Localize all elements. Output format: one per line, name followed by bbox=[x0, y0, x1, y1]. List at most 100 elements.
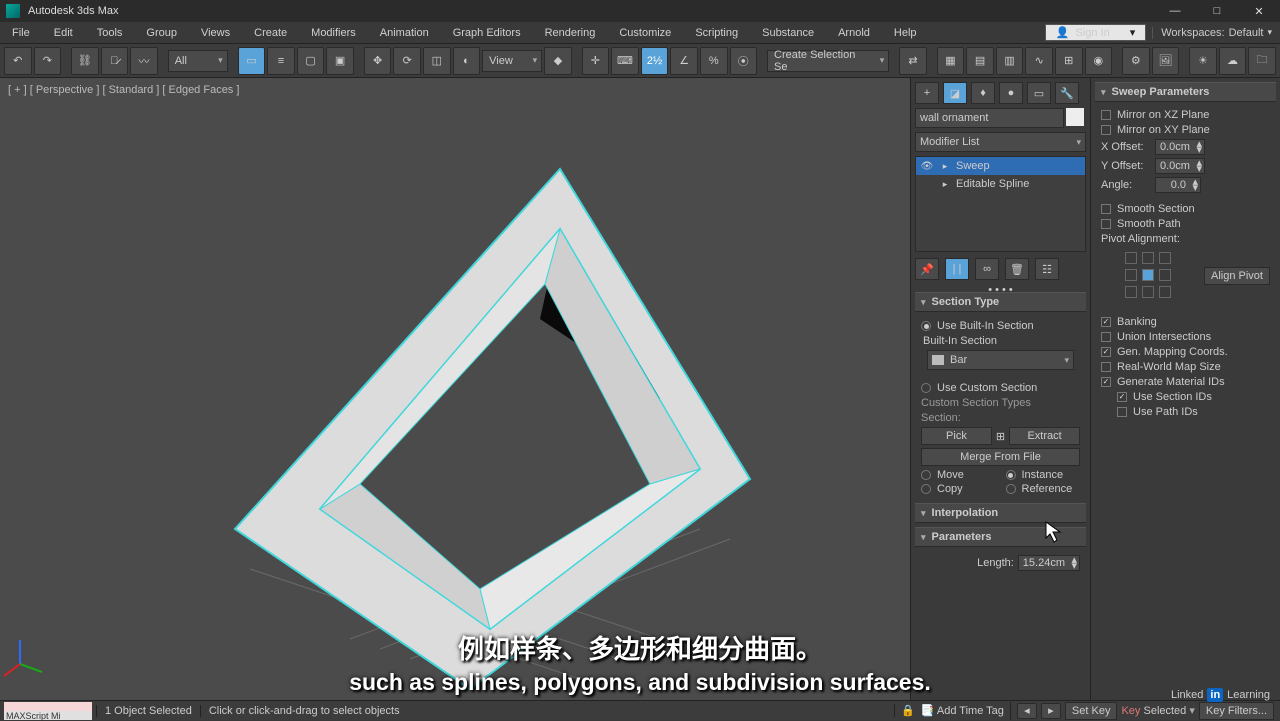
smooth-path-check[interactable]: Smooth Path bbox=[1101, 218, 1270, 230]
set-key-button[interactable]: Set Key bbox=[1065, 702, 1118, 720]
stack-item-editable-spline[interactable]: ▸ Editable Spline bbox=[916, 175, 1085, 193]
layer-explorer-button[interactable]: ▤ bbox=[966, 47, 994, 75]
display-tab[interactable]: ▭ bbox=[1027, 82, 1051, 104]
unlink-button[interactable]: ⛓̷ bbox=[101, 47, 129, 75]
parameters-header[interactable]: Parameters bbox=[915, 527, 1086, 547]
rectangular-region-button[interactable]: ▢ bbox=[297, 47, 325, 75]
minimize-button[interactable]: — bbox=[1154, 0, 1196, 22]
configure-sets-button[interactable]: ☷ bbox=[1035, 258, 1059, 280]
menu-rendering[interactable]: Rendering bbox=[533, 22, 608, 44]
menu-animation[interactable]: Animation bbox=[368, 22, 441, 44]
spinner-snap-button[interactable]: ⦿ bbox=[730, 47, 758, 75]
sign-in-button[interactable]: 👤 Sign In ▾ bbox=[1045, 24, 1146, 41]
stack-item-sweep[interactable]: 👁 ▸ Sweep bbox=[916, 157, 1085, 175]
built-in-section-dropdown[interactable]: Bar bbox=[927, 350, 1074, 370]
pin-stack-button[interactable]: 📌 bbox=[915, 258, 939, 280]
viewport[interactable]: [ + ] [ Perspective ] [ Standard ] [ Edg… bbox=[0, 78, 910, 700]
mirror-xz-check[interactable]: Mirror on XZ Plane bbox=[1101, 109, 1270, 121]
angle-spinner[interactable]: Angle:0.0▴▾ bbox=[1101, 177, 1270, 193]
move-button[interactable]: ✥ bbox=[364, 47, 392, 75]
motion-tab[interactable]: ● bbox=[999, 82, 1023, 104]
ref-coord-dropdown[interactable]: View bbox=[482, 50, 542, 72]
pivot-alignment-grid[interactable] bbox=[1125, 252, 1173, 300]
scale-button[interactable]: ◫ bbox=[423, 47, 451, 75]
curve-editor-button[interactable]: ∿ bbox=[1025, 47, 1053, 75]
create-tab[interactable]: + bbox=[915, 82, 939, 104]
remove-modifier-button[interactable]: 🗑 bbox=[1005, 258, 1029, 280]
selection-filter-dropdown[interactable]: All bbox=[168, 50, 228, 72]
align-button[interactable]: ▦ bbox=[937, 47, 965, 75]
maximize-button[interactable]: □ bbox=[1196, 0, 1238, 22]
utilities-tab[interactable]: 🔧 bbox=[1055, 82, 1079, 104]
snap-toggle-button[interactable]: 2½ bbox=[641, 47, 669, 75]
bind-spacewarp-button[interactable]: 〰 bbox=[130, 47, 158, 75]
hierarchy-tab[interactable]: ♦ bbox=[971, 82, 995, 104]
lock-icon[interactable]: 🔒 bbox=[901, 704, 915, 717]
render-setup-button[interactable]: ⚙ bbox=[1122, 47, 1150, 75]
object-color-swatch[interactable] bbox=[1066, 108, 1084, 126]
y-offset-value[interactable]: 0.0cm▴▾ bbox=[1155, 158, 1205, 174]
next-key-button[interactable]: ▸ bbox=[1041, 703, 1061, 719]
mirror-xy-check[interactable]: Mirror on XY Plane bbox=[1101, 124, 1270, 136]
modify-tab[interactable]: ◪ bbox=[943, 82, 967, 104]
select-object-button[interactable]: ▭ bbox=[238, 47, 266, 75]
angle-snap-button[interactable]: ∠ bbox=[670, 47, 698, 75]
use-section-ids-check[interactable]: Use Section IDs bbox=[1117, 391, 1270, 403]
real-world-check[interactable]: Real-World Map Size bbox=[1101, 361, 1270, 373]
menu-help[interactable]: Help bbox=[882, 22, 929, 44]
select-by-name-button[interactable]: ≡ bbox=[267, 47, 295, 75]
keyboard-shortcut-button[interactable]: ⌨ bbox=[611, 47, 639, 75]
viewport-label[interactable]: [ + ] [ Perspective ] [ Standard ] [ Edg… bbox=[8, 84, 239, 96]
sweep-parameters-header[interactable]: Sweep Parameters bbox=[1095, 82, 1276, 102]
render-in-cloud-button[interactable]: ☁ bbox=[1219, 47, 1247, 75]
menu-group[interactable]: Group bbox=[134, 22, 189, 44]
toggle-ribbon-button[interactable]: ▥ bbox=[996, 47, 1024, 75]
close-button[interactable]: ✕ bbox=[1238, 0, 1280, 22]
menu-tools[interactable]: Tools bbox=[85, 22, 135, 44]
section-type-header[interactable]: Section Type bbox=[915, 292, 1086, 312]
expand-icon[interactable]: ▸ bbox=[940, 161, 950, 172]
maxscript-listener[interactable]: MAXScript Mi bbox=[4, 711, 92, 720]
show-end-result-button[interactable]: | | bbox=[945, 258, 969, 280]
use-path-ids-check[interactable]: Use Path IDs bbox=[1117, 406, 1270, 418]
x-offset-value[interactable]: 0.0cm▴▾ bbox=[1155, 139, 1205, 155]
use-pivot-button[interactable]: ◆ bbox=[544, 47, 572, 75]
open-autodesk-button[interactable]: 🗀 bbox=[1248, 47, 1276, 75]
angle-value[interactable]: 0.0▴▾ bbox=[1155, 177, 1201, 193]
material-editor-button[interactable]: ◉ bbox=[1085, 47, 1113, 75]
add-time-tag-button[interactable]: 📑 Add Time Tag bbox=[921, 704, 1004, 717]
smooth-section-check[interactable]: Smooth Section bbox=[1101, 203, 1270, 215]
gen-mapping-check[interactable]: Gen. Mapping Coords. bbox=[1101, 346, 1270, 358]
percent-snap-button[interactable]: % bbox=[700, 47, 728, 75]
menu-file[interactable]: File bbox=[0, 22, 42, 44]
menu-graph-editors[interactable]: Graph Editors bbox=[441, 22, 533, 44]
menu-customize[interactable]: Customize bbox=[607, 22, 683, 44]
window-crossing-button[interactable]: ▣ bbox=[326, 47, 354, 75]
visibility-icon[interactable]: 👁 bbox=[920, 161, 934, 172]
menu-modifiers[interactable]: Modifiers bbox=[299, 22, 368, 44]
banking-check[interactable]: Banking bbox=[1101, 316, 1270, 328]
menu-edit[interactable]: Edit bbox=[42, 22, 85, 44]
key-filters-button[interactable]: Key Filters... bbox=[1199, 702, 1274, 720]
manipulate-button[interactable]: ✛ bbox=[582, 47, 610, 75]
placement-button[interactable]: ◐ bbox=[453, 47, 481, 75]
prev-key-button[interactable]: ◂ bbox=[1017, 703, 1037, 719]
link-button[interactable]: ⛓ bbox=[71, 47, 99, 75]
interpolation-header[interactable]: Interpolation bbox=[915, 503, 1086, 523]
undo-button[interactable]: ↶ bbox=[4, 47, 32, 75]
menu-substance[interactable]: Substance bbox=[750, 22, 826, 44]
redo-button[interactable]: ↷ bbox=[34, 47, 62, 75]
x-offset-spinner[interactable]: X Offset:0.0cm▴▾ bbox=[1101, 139, 1270, 155]
schematic-view-button[interactable]: ⊞ bbox=[1055, 47, 1083, 75]
modifier-stack[interactable]: 👁 ▸ Sweep ▸ Editable Spline bbox=[915, 156, 1086, 252]
use-custom-radio[interactable]: Use Custom Section bbox=[921, 382, 1080, 394]
named-selection-dropdown[interactable]: Create Selection Se bbox=[767, 50, 889, 72]
rotate-button[interactable]: ⟳ bbox=[393, 47, 421, 75]
make-unique-button[interactable]: ∞ bbox=[975, 258, 999, 280]
expand-icon[interactable]: ▸ bbox=[940, 179, 950, 190]
length-value[interactable]: 15.24cm▴▾ bbox=[1018, 555, 1080, 571]
modifier-list-dropdown[interactable]: Modifier List bbox=[915, 132, 1086, 152]
menu-scripting[interactable]: Scripting bbox=[683, 22, 750, 44]
align-pivot-button[interactable]: Align Pivot bbox=[1204, 267, 1270, 285]
object-name-input[interactable]: wall ornament bbox=[915, 108, 1064, 128]
